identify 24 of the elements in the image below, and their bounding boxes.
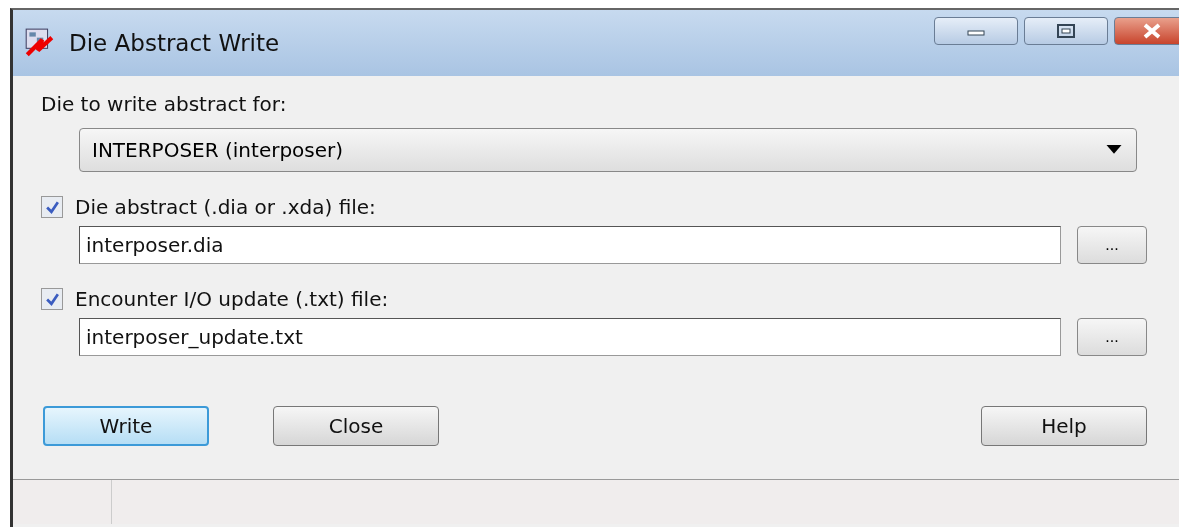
dialog-button[interactable]: Close <box>273 406 439 446</box>
checkbox[interactable] <box>41 288 63 310</box>
checkbox-label: Die abstract (.dia or .xda) file: <box>75 195 376 219</box>
close-icon <box>1141 23 1163 39</box>
checkbox-label: Encounter I/O update (.txt) file: <box>75 287 389 311</box>
app-icon <box>23 27 55 59</box>
dropdown-value: INTERPOSER (interposer) <box>92 138 344 162</box>
minimize-button[interactable] <box>934 17 1018 45</box>
die-dropdown[interactable]: INTERPOSER (interposer) <box>79 128 1137 172</box>
maximize-icon <box>1056 24 1076 38</box>
file-path-field[interactable]: interposer_update.txt <box>79 318 1061 356</box>
browse-button[interactable]: ... <box>1077 318 1147 356</box>
checkmark-icon <box>44 199 60 215</box>
maximize-button[interactable] <box>1024 17 1108 45</box>
close-button[interactable] <box>1114 17 1179 45</box>
die-label: Die to write abstract for: <box>41 92 288 116</box>
checkmark-icon <box>44 291 60 307</box>
checkbox[interactable] <box>41 196 63 218</box>
dialog-button[interactable]: Help <box>981 406 1147 446</box>
dialog-button[interactable]: Write <box>43 406 209 446</box>
window-title: Die Abstract Write <box>69 30 280 56</box>
file-path-field[interactable]: interposer.dia <box>79 226 1061 264</box>
caret-icon <box>1106 145 1122 155</box>
browse-button[interactable]: ... <box>1077 226 1147 264</box>
